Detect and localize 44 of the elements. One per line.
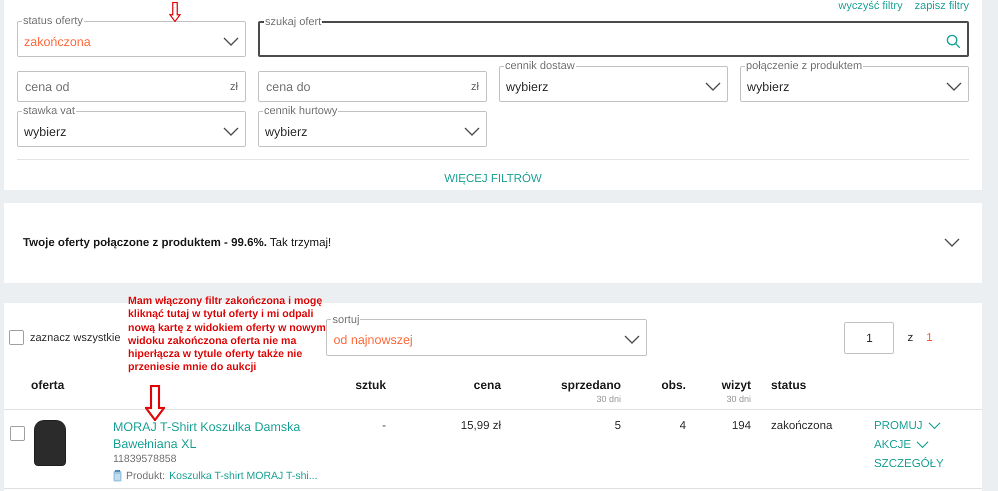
page-total: 1 [926,332,933,344]
more-filters-button[interactable]: WIĘCEJ FILTRÓW [438,172,548,186]
dropdown-value: wybierz [265,124,308,138]
sort-dropdown[interactable]: sortuj od najnowszej [326,314,648,356]
page-separator: z [907,332,914,344]
column-header: wizyt 30 dni [689,372,754,410]
dropdown-field[interactable]: cennik dostaw wybierz [499,60,728,102]
column-header: sztuk [324,372,389,410]
table-cell-text: 194 [730,419,752,434]
dropdown-field[interactable]: status oferty zakończona [17,15,246,57]
summary-text: Twoje oferty połączone z produktem - 99.6%. Tak trzymaj! [23,237,332,249]
dropdown-field[interactable]: stawka vat wybierz [17,105,246,147]
annotation-note: Mam włączony filtr zakończona i mogę kliknąć tutaj w tytuł oferty i mi odpali nową kartę z widokiem oferty w nowym widoku zakończona oferta nie ma hiperłącza w tytule oferty także nie przeniesie mnie do aukcji [128,295,327,375]
dropdown-value: wybierz [24,124,68,138]
select-all-label: zaznacz wszystkie [30,332,120,344]
table-cell-text: 5 [614,419,622,434]
table-cell-text: - [381,419,387,434]
search-field[interactable]: szukaj ofert [258,16,969,57]
dropdown-value: od najnowszej [333,333,414,347]
dropdown-field[interactable]: połączenie z produktem wybierz [740,60,969,102]
action-button[interactable]: AKCJE [874,439,930,451]
currency-unit: zł [471,81,479,93]
product-label: Produkt: [126,470,166,482]
dropdown-value: zakończona [24,34,92,48]
page-input[interactable]: 1 [844,322,894,354]
column-header: sprzedano 30 dni [504,372,624,410]
filter-link[interactable]: zapisz filtry [914,1,969,12]
offer-number: 11839578858 [112,453,178,465]
product-link[interactable]: Koszulka T-shirt MORAJ T-shi... [169,470,318,482]
action-button[interactable]: PROMUJ [874,420,941,432]
currency-unit: zł [230,81,238,93]
column-header: status [754,372,864,410]
offer-title-link[interactable]: MORAJ T-Shirt Koszulka Damska Bawełniana XL [109,419,323,453]
dropdown-value: wybierz [747,80,790,94]
action-button[interactable]: SZCZEGÓŁY [874,458,944,470]
filter-link[interactable]: wyczyść filtry [838,1,903,12]
table-cell-text: 4 [678,419,687,434]
table-cell-text: 15,99 zł [460,419,502,434]
table-cell-text: zakończona [770,419,834,434]
product-summary-panel[interactable]: Twoje oferty połączone z produktem - 99.6%. Tak trzymaj! [4,203,982,283]
column-header: cena [389,372,504,410]
dropdown-value: wybierz [506,80,550,94]
column-header: obs. [624,372,689,410]
dropdown-field[interactable]: cennik hurtowy wybierz [258,105,487,147]
